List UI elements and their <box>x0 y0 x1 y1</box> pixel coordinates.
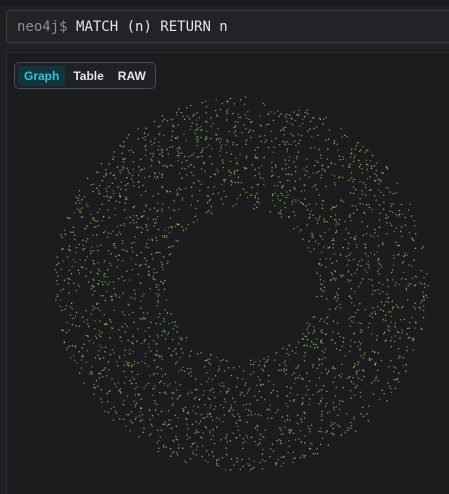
top-strip <box>0 0 449 6</box>
graph-view-button[interactable]: Graph <box>18 65 66 86</box>
table-view-button[interactable]: Table <box>67 66 109 86</box>
neo4j-browser-frame: neo4j$ MATCH (n) RETURN n Graph Table RA… <box>0 0 449 494</box>
query-editor[interactable]: neo4j$ MATCH (n) RETURN n <box>6 10 449 43</box>
query-text: MATCH (n) RETURN n <box>68 19 228 35</box>
raw-view-button[interactable]: RAW <box>112 66 152 86</box>
query-text-value: MATCH (n) RETURN n <box>76 18 228 35</box>
result-panel <box>6 52 449 494</box>
query-prompt: neo4j$ <box>17 18 68 35</box>
view-toggle: Graph Table RAW <box>14 62 156 89</box>
